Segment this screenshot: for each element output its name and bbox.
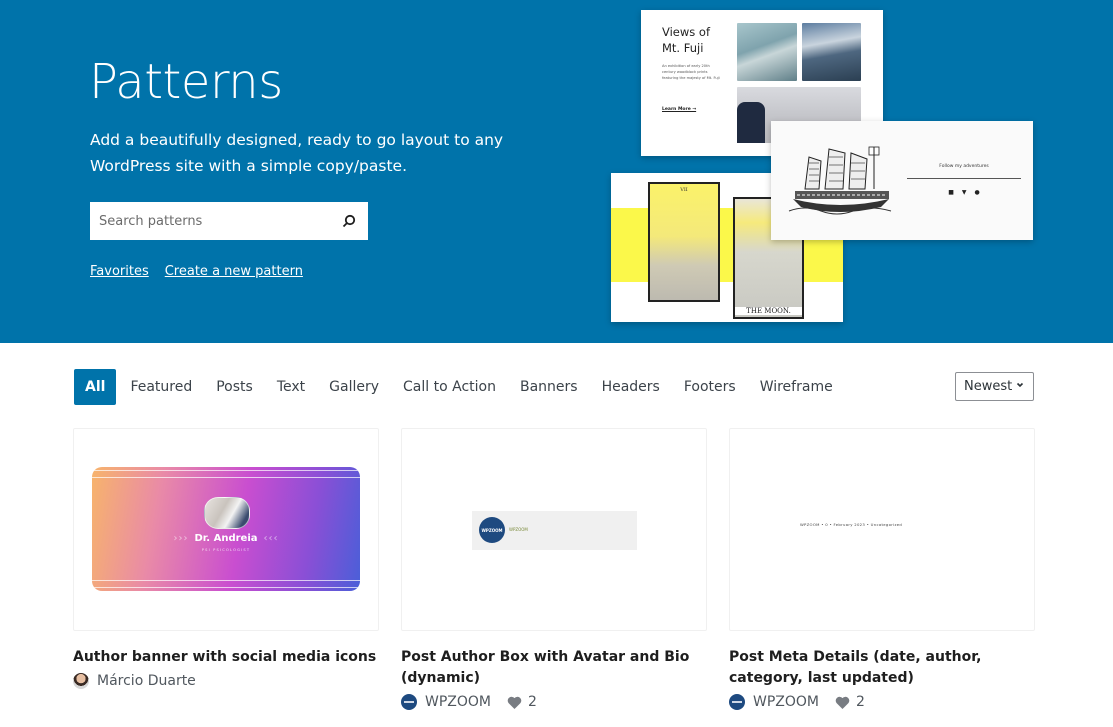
fuji-trees-silhouette	[737, 102, 765, 143]
favorite-button[interactable]: 2	[507, 694, 537, 710]
tarot-card-number: VII	[680, 187, 688, 193]
pattern-title[interactable]: Author banner with social media icons	[73, 647, 379, 668]
favorite-button[interactable]: 2	[835, 694, 865, 710]
fuji-title: Views of Mt. Fuji	[662, 25, 711, 55]
favorites-link[interactable]: Favorites	[90, 264, 149, 279]
search-input[interactable]	[90, 202, 330, 240]
twitter-icon: ▼	[961, 189, 967, 196]
tab-call-to-action[interactable]: Call to Action	[391, 369, 508, 405]
author-avatar	[729, 694, 745, 710]
pattern-preview[interactable]: WPZOOM • 0 • February 2023 • Uncategoriz…	[729, 428, 1035, 631]
banner-arrows-left: ›››	[173, 533, 189, 544]
like-count: 2	[528, 694, 537, 710]
pattern-title[interactable]: Post Author Box with Avatar and Bio (dyn…	[401, 647, 707, 689]
like-count: 2	[856, 694, 865, 710]
chevron-down-icon	[1016, 382, 1024, 388]
fuji-description: An exhibition of early 20th century wood…	[662, 64, 720, 80]
pattern-card: WPZOOM • 0 • February 2023 • Uncategoriz…	[729, 428, 1035, 710]
search-icon	[342, 214, 356, 228]
heart-icon	[507, 696, 522, 709]
tab-gallery[interactable]: Gallery	[317, 369, 391, 405]
hero-description: Add a beautifully designed, ready to go …	[90, 131, 504, 175]
banner-lines-top	[92, 470, 360, 478]
ship-divider	[907, 178, 1021, 179]
pattern-meta: WPZOOM 2	[729, 694, 1035, 710]
pattern-meta: WPZOOM 2	[401, 694, 707, 710]
pattern-preview[interactable]: WPZOOM WPZOOM	[401, 428, 707, 631]
banner-arrows-right: ‹‹‹	[263, 533, 279, 544]
tab-featured[interactable]: Featured	[118, 369, 204, 405]
page-title: Patterns	[89, 54, 283, 110]
tab-wireframe[interactable]: Wireframe	[748, 369, 845, 405]
author-banner-preview: ››› Dr. Andreia ‹‹‹ PSI PSICOLOGIST	[92, 467, 360, 591]
author-name[interactable]: WPZOOM	[425, 694, 491, 710]
facebook-icon: ●	[974, 189, 980, 196]
hero-links: Favorites Create a new pattern	[90, 264, 303, 279]
tarot-card-label: THE MOON.	[735, 307, 802, 315]
tab-posts[interactable]: Posts	[204, 369, 265, 405]
post-meta-preview: WPZOOM • 0 • February 2023 • Uncategoriz…	[800, 522, 903, 527]
sort-select[interactable]: Newest	[955, 372, 1034, 401]
banner-photo	[204, 497, 250, 529]
hero-banner: Patterns Add a beautifully designed, rea…	[0, 0, 1113, 343]
create-pattern-link[interactable]: Create a new pattern	[165, 264, 303, 279]
author-avatar	[73, 673, 89, 689]
pattern-card: WPZOOM WPZOOM Post Author Box with Avata…	[401, 428, 707, 710]
tab-banners[interactable]: Banners	[508, 369, 590, 405]
ship-follow-text: Follow my adventures	[939, 164, 989, 169]
tab-footers[interactable]: Footers	[672, 369, 748, 405]
pattern-meta: Márcio Duarte	[73, 673, 379, 689]
tab-headers[interactable]: Headers	[590, 369, 672, 405]
fuji-image-2	[802, 23, 861, 81]
tab-text[interactable]: Text	[265, 369, 317, 405]
author-avatar	[401, 694, 417, 710]
search-box	[90, 202, 368, 240]
author-name[interactable]: Márcio Duarte	[97, 673, 196, 689]
tarot-card-chariot: VII	[648, 182, 720, 302]
pattern-card: ››› Dr. Andreia ‹‹‹ PSI PSICOLOGIST Author…	[73, 428, 379, 689]
banner-lines-bottom	[92, 580, 360, 588]
banner-name: ››› Dr. Andreia ‹‹‹	[92, 533, 360, 544]
search-button[interactable]	[330, 202, 368, 240]
preview-ship-pattern: Follow my adventures ■ ▼ ●	[771, 121, 1033, 240]
sort-selected-value: Newest	[964, 379, 1013, 394]
author-name[interactable]: WPZOOM	[753, 694, 819, 710]
category-tabs: All Featured Posts Text Gallery Call to …	[74, 369, 845, 405]
banner-subtitle: PSI PSICOLOGIST	[201, 548, 251, 552]
instagram-icon: ■	[948, 189, 954, 196]
heart-icon	[835, 696, 850, 709]
ship-illustration	[788, 146, 892, 215]
tab-all[interactable]: All	[74, 369, 117, 405]
ship-social-icons: ■ ▼ ●	[907, 189, 1021, 196]
pattern-title[interactable]: Post Meta Details (date, author, categor…	[729, 647, 1035, 689]
author-box-name: WPZOOM	[509, 527, 528, 532]
wpzoom-logo: WPZOOM	[479, 517, 505, 543]
pattern-preview[interactable]: ››› Dr. Andreia ‹‹‹ PSI PSICOLOGIST	[73, 428, 379, 631]
author-box-preview: WPZOOM WPZOOM	[472, 511, 637, 550]
banner-name-text: Dr. Andreia	[194, 533, 258, 544]
fuji-image-1	[737, 23, 797, 81]
fuji-learn-more: Learn More →	[662, 107, 697, 112]
